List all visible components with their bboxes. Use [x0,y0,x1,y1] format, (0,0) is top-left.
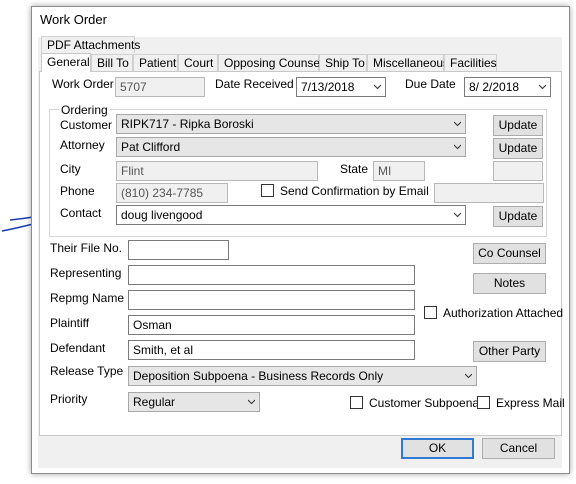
phone-field[interactable]: (810) 234-7785 [116,183,228,203]
chevron-down-icon [454,212,461,218]
plaintiff-label: Plaintiff [50,316,90,330]
plaintiff-field[interactable]: Osman [128,315,415,335]
chevron-down-icon [454,121,461,127]
chevron-down-icon [539,84,546,90]
priority-value: Regular [133,395,176,409]
chevron-down-icon [454,144,461,150]
repmg-name-label: Repmg Name [50,291,125,305]
attorney-label: Attorney [60,138,105,152]
release-type-value: Deposition Subpoena - Business Records O… [133,369,384,383]
notes-button[interactable]: Notes [473,273,546,294]
update-attorney-button[interactable]: Update [493,138,543,159]
priority-label: Priority [50,392,88,406]
release-type-combo[interactable]: Deposition Subpoena - Business Records O… [128,366,477,386]
contact-label: Contact [60,206,102,220]
date-received-picker[interactable]: 7/13/2018 [296,77,386,97]
ordering-group-label: Ordering [59,103,110,117]
attorney-value: Pat Clifford [121,140,181,154]
attorney-combo[interactable]: Pat Clifford [116,137,466,157]
contact-value: doug livengood [121,208,203,222]
state-field[interactable]: MI [373,161,425,181]
send-confirmation-checkbox[interactable] [261,184,274,197]
zip-field[interactable] [493,161,543,181]
other-party-button[interactable]: Other Party [473,341,546,362]
contact-combo[interactable]: doug livengood [116,205,466,225]
tab-court[interactable]: Court [178,54,218,71]
ok-button[interactable]: OK [401,438,474,459]
priority-combo[interactable]: Regular [128,392,260,412]
express-mail-checkbox[interactable] [477,396,490,409]
background-row-stripe [0,118,31,132]
customer-label: Customer [60,118,113,132]
date-received-label: Date Received [215,77,294,91]
confirmation-email-field[interactable] [434,183,544,203]
date-received-value: 7/13/2018 [301,80,355,94]
update-contact-button[interactable]: Update [493,206,543,227]
dialog-title: Work Order [40,12,107,27]
representing-label: Representing [50,266,122,280]
tab-patient[interactable]: Patient [133,54,178,71]
co-counsel-button[interactable]: Co Counsel [473,243,546,264]
repmg-name-field[interactable] [128,290,415,310]
send-confirmation-label: Send Confirmation by Email [280,184,429,198]
tab-miscellaneous[interactable]: Miscellaneous [367,54,449,71]
chevron-down-icon [374,84,381,90]
representing-field[interactable] [128,265,415,285]
tab-opposing-counsel[interactable]: Opposing Counsel [218,54,323,71]
phone-label: Phone [60,184,95,198]
due-date-label: Due Date [405,77,456,91]
tab-ship-to[interactable]: Ship To [319,54,367,71]
their-file-no-field[interactable] [128,240,229,260]
authorization-attached-label: Authorization Attached [443,306,564,320]
defendant-field[interactable]: Smith, et al [128,340,415,360]
tab-general[interactable]: General [41,53,91,72]
work-order-dialog: Work Order PDF Attachments General Bill … [31,6,570,474]
update-customer-button[interactable]: Update [493,115,543,136]
defendant-label: Defendant [50,341,106,355]
city-label: City [60,162,81,176]
work-order-field[interactable]: 5707 [115,77,205,97]
due-date-picker[interactable]: 8/ 2/2018 [464,77,551,97]
cancel-button[interactable]: Cancel [482,438,555,459]
tab-bill-to[interactable]: Bill To [91,54,133,71]
their-file-no-label: Their File No. [50,241,123,255]
work-order-label: Work Order [52,77,114,91]
state-label: State [340,162,369,176]
tab-pdf-attachments[interactable]: PDF Attachments [41,36,140,53]
release-type-label: Release Type [50,364,124,378]
customer-combo[interactable]: RIPK717 - Ripka Boroski [116,114,466,134]
city-field[interactable]: Flint [116,161,318,181]
due-date-value: 8/ 2/2018 [469,80,520,94]
customer-subpoena-checkbox[interactable] [350,396,363,409]
chevron-down-icon [248,399,255,405]
customer-value: RIPK717 - Ripka Boroski [121,117,254,131]
express-mail-label: Express Mail [496,396,565,410]
authorization-attached-checkbox[interactable] [424,306,437,319]
chevron-down-icon [465,373,472,379]
customer-subpoena-label: Customer Subpoena [369,396,480,410]
tab-facilities[interactable]: Facilities [444,54,497,71]
